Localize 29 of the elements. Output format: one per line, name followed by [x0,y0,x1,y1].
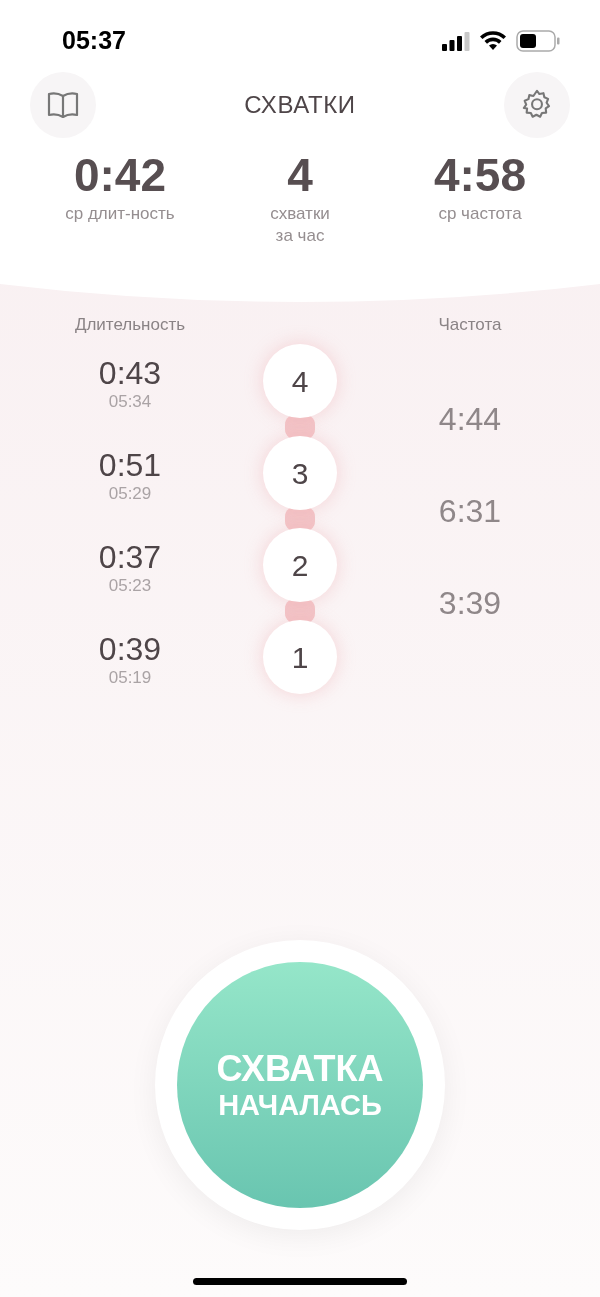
contraction-duration: 0:51 [98,446,162,484]
contraction-start-time: 05:23 [108,576,152,596]
stat-value: 0:42 [73,150,167,201]
contraction-number[interactable]: 4 [263,344,337,418]
status-time: 05:37 [62,25,126,57]
contraction-start-time: 05:29 [108,484,152,504]
signal-icon [442,31,470,51]
contraction-duration: 0:43 [98,354,162,392]
stat-label: ср частота [438,202,522,225]
wifi-icon [479,31,507,51]
book-icon [47,91,79,119]
contraction-frequency: 6:31 [438,492,502,531]
stat-label: схватки за час [270,202,330,247]
stat-value: 4:58 [433,150,527,201]
column-header: Частота [438,314,502,336]
contraction-duration: 0:39 [98,630,162,668]
contraction-number[interactable]: 1 [263,620,337,694]
contraction-start-time: 05:19 [108,668,152,688]
contraction-number[interactable]: 3 [263,436,337,510]
contraction-start-time: 05:34 [108,392,152,412]
contraction-duration: 0:37 [98,538,162,576]
contraction-frequency: 4:44 [438,400,502,439]
column-header: Длительность [74,314,186,336]
stat-label: ср длит-ность [65,202,175,225]
battery-icon [516,30,560,52]
contraction-number[interactable]: 2 [263,528,337,602]
contraction-frequency: 3:39 [438,584,502,623]
stat-value: 4 [287,150,313,201]
screen-title: СХВАТКИ [244,90,356,120]
